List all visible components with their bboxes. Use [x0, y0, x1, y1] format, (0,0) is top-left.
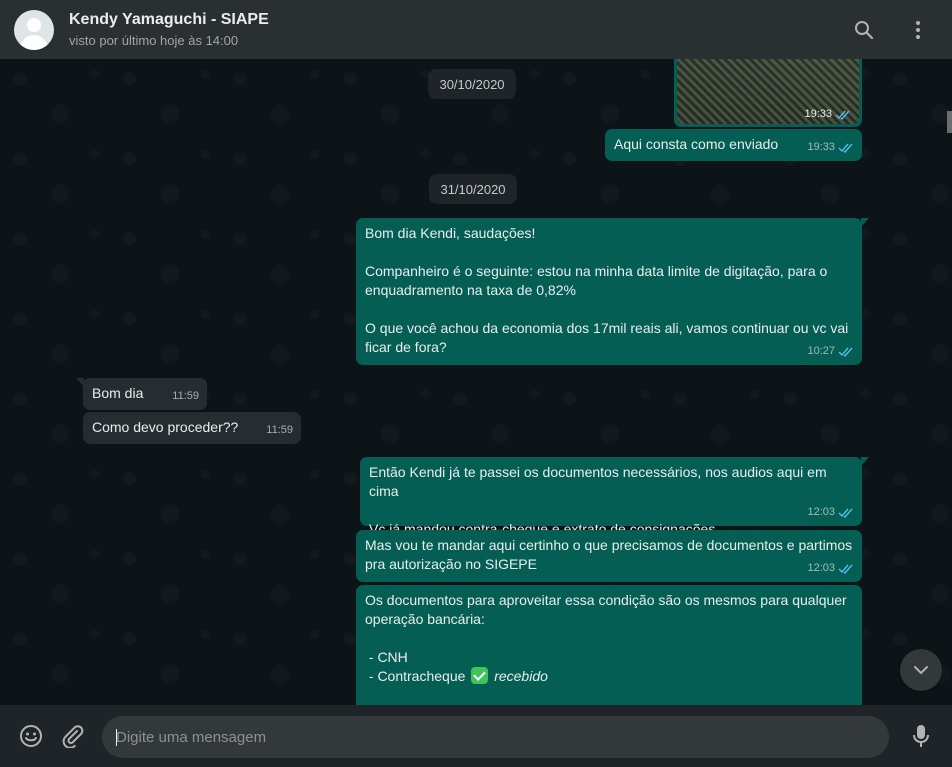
image-message[interactable]: 19:33 [674, 59, 862, 127]
message-text: Bom dia Kendi, saudações! [365, 225, 536, 241]
message-text: Aqui consta como enviado [614, 136, 779, 152]
message-text: - Contracheque [365, 668, 466, 684]
message-text: Então Kendi já te passei os documentos n… [369, 464, 827, 499]
message-meta: 10:27 [807, 342, 854, 361]
date-chip: 31/10/2020 [429, 174, 517, 204]
message-meta: 11:59 [266, 421, 293, 440]
read-ticks-icon [838, 508, 853, 518]
message-time: 11:59 [266, 424, 293, 436]
read-ticks-icon [838, 347, 853, 357]
contact-avatar[interactable] [14, 9, 54, 50]
message-text: Bom dia [92, 385, 144, 401]
read-ticks-icon [835, 110, 850, 120]
message-text: O que você achou da economia dos 17mil r… [365, 320, 849, 355]
check-mark-emoji-icon [471, 667, 489, 684]
contact-info[interactable]: Kendy Yamaguchi - SIAPE visto por último… [69, 11, 269, 48]
message-out[interactable]: Aqui consta como enviado 19:33 [605, 129, 862, 161]
message-out[interactable]: Então Kendi já te passei os documentos n… [360, 457, 869, 537]
message-in[interactable]: Bom dia 11:59 [76, 378, 207, 410]
contact-last-seen: visto por último hoje às 14:00 [69, 33, 239, 48]
message-time: 12:03 [807, 562, 835, 574]
emoji-icon[interactable] [19, 724, 43, 748]
message-out[interactable]: Bom dia Kendi, saudações! Companheiro é … [356, 218, 869, 365]
message-time: 10:27 [807, 345, 835, 357]
contact-name: Kendy Yamaguchi - SIAPE [69, 11, 269, 28]
search-icon[interactable] [852, 18, 876, 42]
text-caret [116, 729, 117, 746]
message-text: Como devo proceder?? [92, 419, 239, 435]
attach-icon[interactable] [60, 724, 84, 748]
chat-scrollbar[interactable] [947, 111, 952, 133]
message-note: recebido [494, 668, 548, 684]
menu-icon[interactable] [906, 18, 930, 42]
compose-bar [0, 705, 952, 767]
message-list-item: - CNH [365, 649, 408, 665]
message-time: 12:03 [807, 506, 835, 518]
message-meta: 19:33 [804, 108, 851, 120]
image-thumbnail[interactable]: 19:33 [677, 59, 859, 124]
microphone-icon[interactable] [909, 724, 933, 748]
date-chip: 30/10/2020 [428, 69, 516, 99]
message-time: 11:59 [172, 390, 199, 402]
message-text: Companheiro é o seguinte: estou na minha… [365, 263, 828, 298]
read-ticks-icon [838, 564, 853, 574]
read-ticks-icon [838, 143, 853, 153]
message-text: Mas vou te mandar aqui certinho o que pr… [365, 537, 853, 572]
message-meta: 12:03 [807, 503, 854, 522]
message-out[interactable]: Mas vou te mandar aqui certinho o que pr… [356, 530, 862, 582]
message-meta: 19:33 [807, 138, 854, 157]
chat-header: Kendy Yamaguchi - SIAPE visto por último… [0, 0, 952, 59]
chat-panel[interactable]: 19:33 30/10/2020 Aqui consta como enviad… [0, 59, 952, 705]
message-out[interactable]: Os documentos para aproveitar essa condi… [356, 585, 862, 705]
message-list-item: - Contracheque recebido [365, 667, 853, 686]
message-meta: 11:59 [172, 387, 199, 406]
message-time: 19:33 [807, 141, 835, 153]
message-in[interactable]: Como devo proceder?? 11:59 [83, 412, 301, 444]
message-meta: 12:03 [807, 559, 854, 578]
message-time: 19:33 [804, 108, 832, 120]
scroll-down-button[interactable] [900, 649, 942, 691]
message-text: Os documentos para aproveitar essa condi… [365, 592, 847, 627]
message-input[interactable] [102, 716, 889, 758]
chevron-down-icon [914, 666, 928, 675]
